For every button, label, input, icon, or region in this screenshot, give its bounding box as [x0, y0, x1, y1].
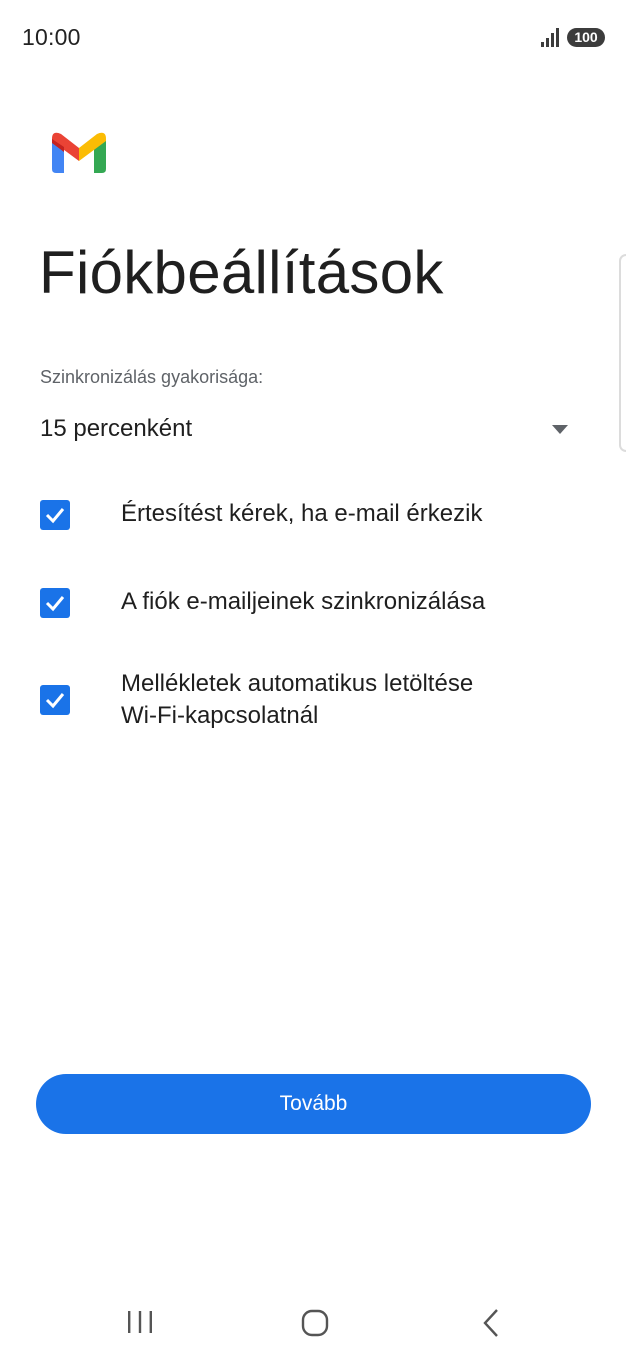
sync-frequency-dropdown[interactable]: 15 percenként [40, 410, 576, 450]
sync-frequency-value: 15 percenként [40, 415, 193, 442]
checkmark-icon [45, 508, 65, 524]
edge-panel-handle[interactable] [619, 254, 626, 452]
notify-label: Értesítést kérek, ha e-mail érkezik [121, 500, 483, 527]
status-time: 10:00 [22, 24, 81, 50]
signal-icon [541, 28, 559, 47]
auto-download-checkbox[interactable] [40, 685, 70, 715]
notify-checkbox[interactable] [40, 500, 70, 530]
sync-frequency-label: Szinkronizálás gyakorisága: [40, 367, 264, 387]
page-title: Fiókbeállítások [39, 239, 444, 306]
checkmark-icon [45, 596, 65, 612]
dropdown-arrow-icon [552, 425, 568, 434]
recents-icon[interactable] [126, 1310, 154, 1334]
battery-icon: 100 [567, 28, 605, 47]
home-icon[interactable] [301, 1309, 329, 1337]
gmail-logo [52, 132, 106, 173]
back-icon[interactable] [481, 1308, 501, 1338]
checkmark-icon [45, 693, 65, 709]
sync-emails-label: A fiók e-mailjeinek szinkronizálása [121, 588, 486, 615]
navigation-bar [0, 1290, 626, 1358]
status-bar: 10:00 100 [0, 0, 626, 76]
sync-emails-checkbox[interactable] [40, 588, 70, 618]
auto-download-label: Mellékletek automatikus letöltése Wi-Fi-… [121, 670, 474, 729]
next-button[interactable]: Tovább [36, 1074, 591, 1134]
